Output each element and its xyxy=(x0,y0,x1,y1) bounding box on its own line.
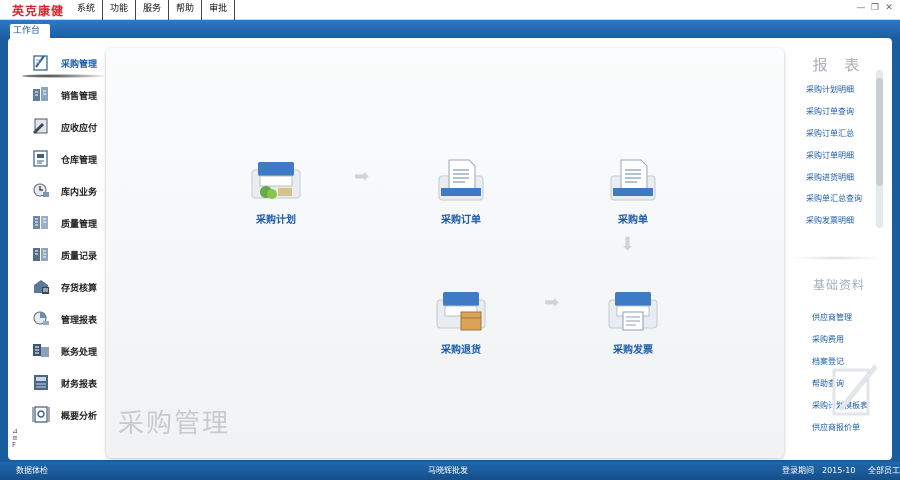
arrow-right-icon: ➡ xyxy=(544,292,560,313)
status-user: 全部员工 xyxy=(868,466,900,475)
flow-node-purchase-plan[interactable]: 采购计划 xyxy=(241,158,311,226)
report-link[interactable]: 采购订单查询 xyxy=(806,106,854,117)
sidebar-item-label: 存货核算 xyxy=(61,284,98,294)
title-bar: 英克康健 系统 功能 服务 帮助 审批 — ❐ ✕ xyxy=(0,0,900,20)
status-bar: 数据体检 马晓辉批发 登录期间 2015-10 全部员工 xyxy=(0,462,900,480)
menu-approval[interactable]: 审批 xyxy=(201,0,236,20)
sidebar-item-label: 管理报表 xyxy=(61,316,98,326)
sidebar-item-purchase[interactable]: 采购管理 xyxy=(8,48,104,78)
f-icon[interactable]: F xyxy=(12,442,18,449)
sidebar-item-quality-record[interactable]: 质量记录 xyxy=(8,240,104,270)
tab-workbench[interactable]: 工作台 xyxy=(10,24,50,39)
basic-data-link[interactable]: 供应商报价单 xyxy=(812,422,860,433)
report-link[interactable]: 采购进货明细 xyxy=(806,172,854,183)
quality-record-icon xyxy=(33,248,48,261)
sidebar-item-label: 销售管理 xyxy=(61,92,98,102)
finance-report-icon xyxy=(34,375,48,390)
module-sidebar: 采购管理 销售管理 应收应付 仓库管理 库内业务 质量管理 质量记录 存货核算 … xyxy=(8,46,104,432)
management-report-icon xyxy=(33,311,49,325)
sales-icon xyxy=(33,87,48,101)
sidebar-item-stock-business[interactable]: 库内业务 xyxy=(8,176,104,206)
accounting-icon xyxy=(33,344,49,357)
scrollbar-thumb[interactable] xyxy=(876,78,883,186)
basic-data-link[interactable]: 采购费用 xyxy=(812,334,844,345)
section-divider xyxy=(790,256,884,260)
basic-data-link[interactable]: 供应商管理 xyxy=(812,312,852,323)
purchase-order-icon xyxy=(438,159,484,201)
menu-system[interactable]: 系统 xyxy=(70,0,102,20)
purchase-plan-icon xyxy=(251,162,301,199)
sidebar-item-finance-report[interactable]: 财务报表 xyxy=(8,368,104,398)
basic-data-title: 基础资料 xyxy=(812,278,865,292)
close-icon[interactable]: ✕ xyxy=(884,3,894,13)
receivable-icon xyxy=(33,118,48,134)
reports-scrollbar[interactable] xyxy=(876,70,883,228)
sidebar-item-accounting[interactable]: 账务处理 xyxy=(8,336,104,366)
sidebar-item-label: 财务报表 xyxy=(61,380,98,390)
flow-node-label: 采购订单 xyxy=(441,215,481,226)
status-data-check[interactable]: 数据体检 xyxy=(16,462,48,480)
report-link[interactable]: 采购单汇总查询 xyxy=(806,193,862,204)
purchase-receipt-icon xyxy=(610,159,656,201)
sidebar-item-summary-analysis[interactable]: 概要分析 xyxy=(8,400,104,430)
brand-logo: 英克康健 xyxy=(12,4,65,18)
sidebar-item-inventory-accounting[interactable]: 存货核算 xyxy=(8,272,104,302)
sidebar-item-label: 账务处理 xyxy=(61,348,98,358)
sidebar-item-warehouse[interactable]: 仓库管理 xyxy=(8,144,104,174)
sidebar-tools: ⊿ ≡ F xyxy=(12,428,18,449)
tab-strip: 工作台 xyxy=(0,20,900,39)
menu-help[interactable]: 帮助 xyxy=(168,0,201,20)
flow-node-label: 采购计划 xyxy=(256,215,296,226)
sidebar-item-label: 质量管理 xyxy=(61,220,98,230)
module-watermark-title: 采购管理 xyxy=(118,409,231,439)
sidebar-item-label: 库内业务 xyxy=(61,188,98,198)
purchase-invoice-icon xyxy=(608,292,658,331)
sidebar-item-quality[interactable]: 质量管理 xyxy=(8,208,104,238)
purchase-return-icon xyxy=(436,292,486,331)
sidebar-item-management-report[interactable]: 管理报表 xyxy=(8,304,104,334)
sidebar-item-label: 概要分析 xyxy=(61,412,98,422)
menu-service[interactable]: 服务 xyxy=(135,0,168,20)
reports-title: 报 表 xyxy=(812,56,866,74)
status-login-period: 2015-10 xyxy=(822,466,856,475)
sidebar-item-sales[interactable]: 销售管理 xyxy=(8,80,104,110)
purchase-flow-panel: 采购计划 ➡ 采购订单 采购单 ⬇ 采购退货 ➡ 采购发票 采购管理 xyxy=(106,48,784,458)
sidebar-item-label: 应收应付 xyxy=(61,124,98,134)
flow-node-purchase-receipt[interactable]: 采购单 xyxy=(598,158,668,226)
report-link[interactable]: 采购订单明细 xyxy=(806,150,854,161)
arrow-right-icon: ➡ xyxy=(354,166,370,187)
stock-business-icon xyxy=(33,183,49,197)
restore-icon[interactable]: ❐ xyxy=(870,3,880,13)
status-login-label: 登录期间 xyxy=(782,466,814,475)
sidebar-item-receivable[interactable]: 应收应付 xyxy=(8,112,104,142)
sidebar-item-label: 质量记录 xyxy=(61,252,98,262)
sidebar-item-label: 仓库管理 xyxy=(61,156,98,166)
flow-node-label: 采购单 xyxy=(618,215,648,226)
minimize-icon[interactable]: — xyxy=(856,3,866,13)
warehouse-icon xyxy=(33,150,48,167)
purchase-icon xyxy=(33,55,48,71)
flow-node-label: 采购退货 xyxy=(441,345,481,356)
summary-analysis-icon xyxy=(32,406,50,423)
inventory-accounting-icon xyxy=(34,280,49,294)
menu-bar: 系统 功能 服务 帮助 审批 xyxy=(70,0,236,20)
flow-node-purchase-invoice[interactable]: 采购发票 xyxy=(598,288,668,356)
flow-node-purchase-return[interactable]: 采购退货 xyxy=(426,288,496,356)
report-link[interactable]: 采购订单汇总 xyxy=(806,128,854,139)
quality-icon xyxy=(33,216,48,229)
flow-node-purchase-order[interactable]: 采购订单 xyxy=(426,158,496,226)
report-link[interactable]: 采购计划明细 xyxy=(806,84,854,95)
purchase-watermark-icon xyxy=(832,364,878,416)
sidebar-item-label: 采购管理 xyxy=(61,60,98,70)
flow-node-label: 采购发票 xyxy=(613,345,653,356)
report-link[interactable]: 采购发票明细 xyxy=(806,215,854,226)
menu-function[interactable]: 功能 xyxy=(102,0,135,20)
arrow-down-icon: ⬇ xyxy=(620,234,636,255)
status-company: 马晓辉批发 xyxy=(428,466,468,475)
